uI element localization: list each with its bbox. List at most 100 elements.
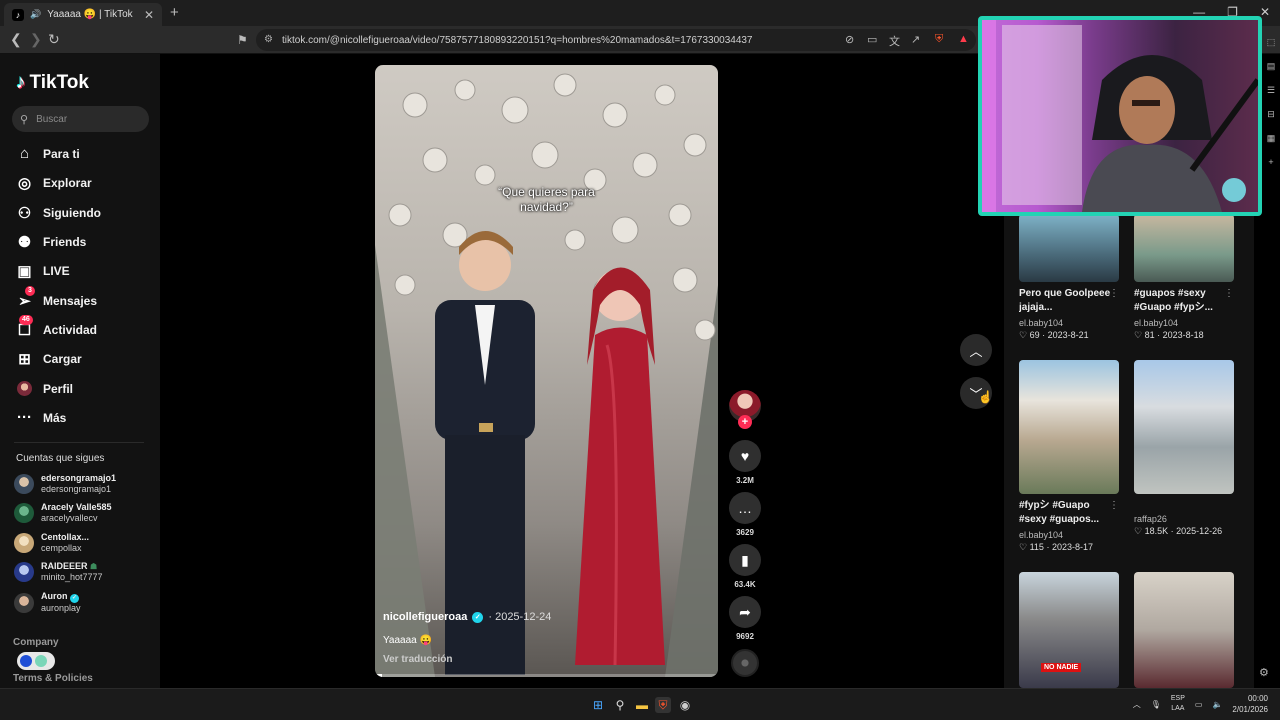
- video-title: #fypシ #Guapo #sexy #guapos...: [1019, 500, 1100, 525]
- see-translation-link[interactable]: Ver traducción: [383, 654, 452, 665]
- following-account[interactable]: edersongramajo1 edersongramajo1: [14, 473, 116, 495]
- more-options-icon[interactable]: ⋮: [1109, 500, 1119, 511]
- following-account[interactable]: Centollax... cempollax: [14, 532, 89, 554]
- nav-item-friends[interactable]: ⚉ Friends: [16, 233, 87, 251]
- reload-icon[interactable]: ↻: [48, 31, 60, 48]
- video-thumbnail[interactable]: [1134, 572, 1234, 688]
- save-count: 63.4K: [734, 580, 756, 589]
- video-progress-bar[interactable]: [375, 674, 718, 677]
- video-thumbnail[interactable]: NO NADIE: [1019, 572, 1119, 688]
- sidebar-tool-icon[interactable]: ▤: [1262, 54, 1280, 78]
- video-description: Yaaaaa 😛: [383, 635, 432, 646]
- settings-gear-icon[interactable]: ⚙: [1259, 666, 1269, 679]
- new-tab-button[interactable]: +: [170, 4, 179, 21]
- brave-rewards-icon[interactable]: ▲: [958, 33, 969, 45]
- windows-start-icon[interactable]: ⊞: [590, 697, 606, 713]
- nav-item-perfil[interactable]: Perfil: [16, 380, 73, 397]
- like-count: 3.2M: [736, 476, 754, 485]
- sidebar-tool-icon[interactable]: ⬚: [1262, 30, 1280, 54]
- translate-icon[interactable]: 文: [889, 33, 900, 49]
- following-account[interactable]: Aracely Valle585 aracelyvallecv: [14, 502, 112, 524]
- video-player[interactable]: “Que quieres para navidad?” nicollefigue…: [375, 65, 718, 677]
- compass-icon: ◎: [17, 174, 32, 192]
- clock[interactable]: 00:00 2/01/2026: [1232, 693, 1268, 715]
- comment-icon[interactable]: …: [729, 492, 761, 524]
- related-video-card[interactable]: [1134, 572, 1234, 688]
- share-arrow-icon[interactable]: ➦: [729, 596, 761, 628]
- volume-icon[interactable]: 🔈: [1212, 700, 1222, 709]
- floating-extension-pill[interactable]: [17, 652, 55, 670]
- terms-link[interactable]: Terms & Policies: [13, 673, 93, 684]
- following-account[interactable]: Auron ✓ auronplay: [14, 591, 81, 614]
- microphone-icon[interactable]: 🎙: [1151, 700, 1161, 709]
- following-icon: ⚇: [17, 204, 32, 222]
- heart-icon[interactable]: ♥: [729, 440, 761, 472]
- company-link[interactable]: Company: [13, 637, 59, 648]
- sidebar-tool-icon[interactable]: ⊟: [1262, 102, 1280, 126]
- video-thumbnail[interactable]: [1019, 214, 1119, 282]
- close-window-icon[interactable]: ✕: [1260, 5, 1270, 19]
- nav-item-cargar[interactable]: ⊞ Cargar: [16, 350, 81, 368]
- video-overlay-text: “Que quieres para navidad?”: [498, 185, 595, 214]
- nav-item-live[interactable]: ▣ LIVE: [16, 262, 69, 280]
- heart-outline-icon: ♡: [1019, 542, 1028, 552]
- obs-icon[interactable]: ◉: [677, 697, 693, 713]
- previous-video-button[interactable]: ︿: [960, 334, 992, 366]
- add-icon[interactable]: +: [1262, 150, 1280, 174]
- video-author[interactable]: raffap26: [1134, 514, 1234, 524]
- brave-shield-icon[interactable]: ⛨: [935, 33, 943, 46]
- bookmark-icon[interactable]: ⚑: [237, 33, 248, 47]
- video-thumbnail[interactable]: [1134, 360, 1234, 494]
- related-video-card[interactable]: ⋮ Pero que Goolpeee jajaja... el.baby104…: [1019, 214, 1119, 341]
- video-author[interactable]: nicollefigueroaa ✓ · 2025-12-24: [383, 611, 551, 623]
- author-name[interactable]: nicollefigueroaa: [383, 611, 467, 623]
- video-thumbnail[interactable]: [1019, 360, 1119, 494]
- back-icon[interactable]: ❮: [10, 31, 22, 48]
- nav-item-mensajes[interactable]: ➢ 3 Mensajes: [16, 286, 97, 310]
- file-explorer-icon[interactable]: ▬: [634, 697, 650, 713]
- language-indicator[interactable]: ESP LAA: [1171, 694, 1185, 714]
- bookmark-icon[interactable]: ▮: [729, 544, 761, 576]
- more-options-icon[interactable]: ⋮: [1109, 288, 1119, 299]
- sidebar-tool-icon[interactable]: ☰: [1262, 78, 1280, 102]
- nav-item-siguiendo[interactable]: ⚇ Siguiendo: [16, 204, 101, 222]
- related-video-card[interactable]: NO NADIE: [1019, 572, 1119, 688]
- more-options-icon[interactable]: ⋮: [1224, 288, 1234, 299]
- network-icon[interactable]: ▭: [1195, 700, 1203, 709]
- upload-icon: ⊞: [18, 350, 31, 368]
- following-account[interactable]: RAIDEEER ☗ minito_hot7777: [14, 561, 103, 583]
- close-tab-icon[interactable]: ✕: [144, 8, 154, 22]
- nav-item-explorar[interactable]: ◎ Explorar: [16, 174, 92, 192]
- chevron-up-icon[interactable]: ︿: [1133, 699, 1141, 710]
- tiktok-logo[interactable]: ♪ TikTok: [16, 72, 89, 94]
- video-author[interactable]: el.baby104: [1019, 530, 1119, 540]
- brave-browser-icon[interactable]: ⛨: [655, 697, 671, 713]
- video-author[interactable]: el.baby104: [1019, 318, 1119, 328]
- music-disc-icon[interactable]: [731, 649, 759, 677]
- video-thumbnail[interactable]: [1134, 214, 1234, 282]
- save-action[interactable]: ▮ 63.4K: [729, 544, 761, 589]
- cast-icon[interactable]: ▭: [867, 33, 877, 46]
- browser-tab[interactable]: ♪ 🔊 Yaaaaa 😛 | TikTok ✕: [4, 3, 162, 26]
- comment-action[interactable]: … 3629: [729, 492, 761, 537]
- related-video-card[interactable]: raffap26 ♡ 18.5K · 2025-12-26: [1134, 360, 1234, 537]
- video-author[interactable]: el.baby104: [1134, 318, 1234, 328]
- follow-plus-button[interactable]: +: [738, 415, 752, 429]
- forward-icon[interactable]: ❯: [30, 31, 42, 48]
- related-video-card[interactable]: ⋮ #guapos #sexy #Guapo #fypシ... el.baby1…: [1134, 214, 1234, 341]
- share-page-icon[interactable]: ↗: [911, 33, 920, 46]
- like-action[interactable]: ♥ 3.2M: [729, 440, 761, 485]
- share-action[interactable]: ➦ 9692: [729, 596, 761, 641]
- mute-site-icon[interactable]: ⊘: [845, 33, 854, 46]
- sidebar-tool-icon[interactable]: ▦: [1262, 126, 1280, 150]
- nav-item-actividad[interactable]: ☐ 46 Actividad: [16, 315, 97, 339]
- nav-item-mas[interactable]: ··· Más: [16, 409, 66, 426]
- mouse-cursor-icon: ☝: [978, 390, 993, 404]
- video-frame-illustration: [375, 73, 718, 677]
- nav-item-para-ti[interactable]: ⌂ Para ti: [16, 145, 80, 162]
- speaker-icon[interactable]: 🔊: [30, 9, 41, 20]
- search-icon[interactable]: ⚲: [612, 697, 628, 713]
- site-info-icon[interactable]: ⚙: [264, 34, 273, 45]
- search-input[interactable]: ⚲ Buscar: [12, 106, 149, 132]
- related-video-card[interactable]: ⋮ #fypシ #Guapo #sexy #guapos... el.baby1…: [1019, 360, 1119, 553]
